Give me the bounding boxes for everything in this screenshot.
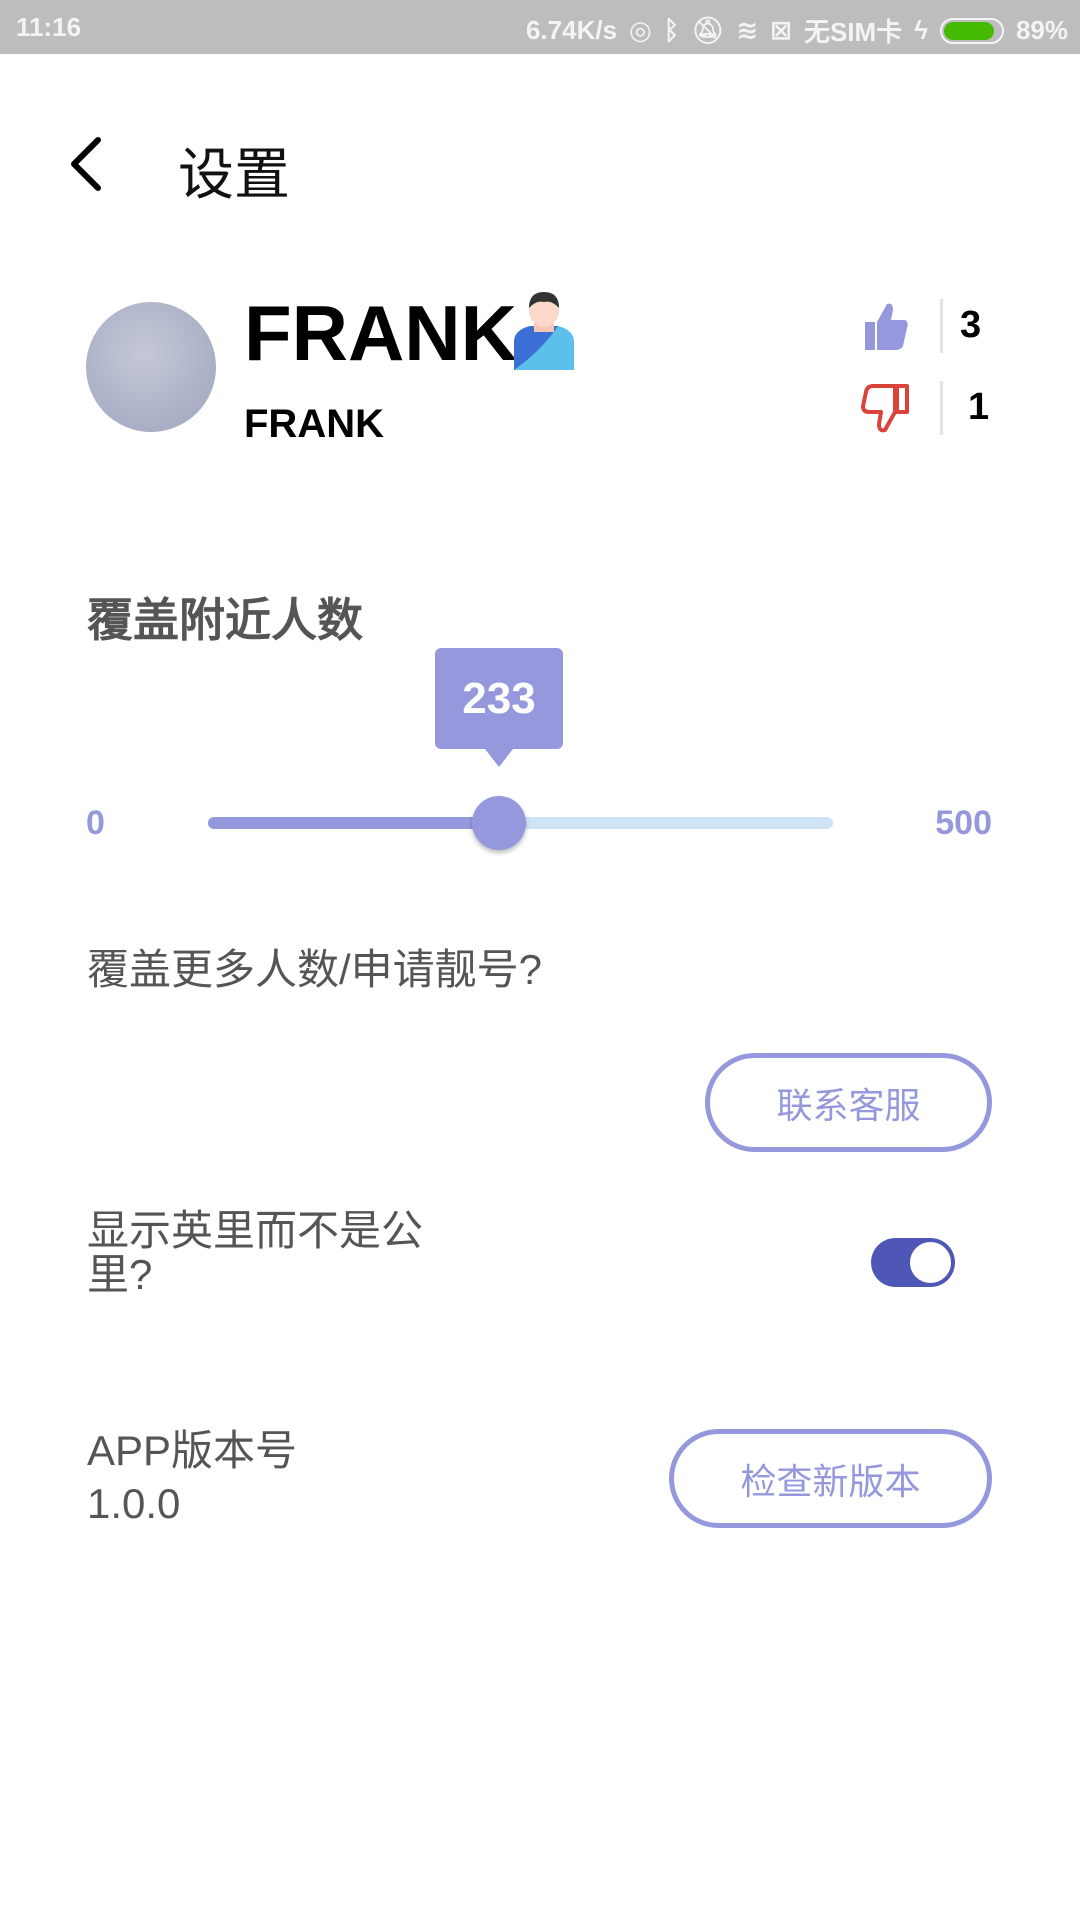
chevron-left-icon[interactable]: [66, 136, 106, 192]
toggle-knob: [908, 1240, 953, 1285]
status-time: 11:16: [16, 12, 82, 42]
slider-value-tooltip: 233: [435, 648, 563, 767]
bluetooth-icon: ᛒ: [663, 15, 680, 45]
status-bar: 11:16 6.74K/s ◎ ᛒ 🔕︎ ≋ ⊠ 无SIM卡 ϟ 89%: [0, 0, 1080, 54]
hotspot-icon: ◎: [629, 15, 652, 45]
thumbs-down-icon[interactable]: [861, 382, 911, 434]
battery-percent: 89%: [1015, 15, 1068, 45]
contact-support-button[interactable]: 联系客服: [705, 1053, 992, 1152]
slider-max-label: 500: [935, 804, 992, 842]
version-value: 1.0.0: [87, 1480, 181, 1527]
male-user-icon: [514, 292, 574, 370]
battery-icon: [939, 17, 1004, 44]
wifi-icon: ≋: [736, 15, 759, 45]
sim-status: 无SIM卡: [803, 17, 903, 47]
net-speed: 6.74K/s: [525, 15, 618, 45]
username: FRANK: [244, 402, 384, 446]
miles-label: 显示英里而不是公里?: [87, 1207, 424, 1298]
avatar[interactable]: [86, 302, 216, 432]
more-coverage-question: 覆盖更多人数/申请靓号?: [87, 946, 543, 993]
divider: [940, 381, 943, 435]
slider-min-label: 0: [86, 804, 105, 842]
miles-toggle[interactable]: [871, 1238, 955, 1287]
dislikes-count: 1: [968, 386, 990, 428]
display-name: FRANK: [244, 289, 517, 377]
likes-count: 3: [960, 304, 982, 346]
sim-x-icon: ⊠: [770, 15, 792, 45]
coverage-heading: 覆盖附近人数: [87, 594, 363, 646]
page-title: 设置: [178, 143, 290, 206]
divider: [940, 299, 943, 353]
slider-thumb[interactable]: [472, 796, 527, 850]
version-label: APP版本号: [87, 1427, 298, 1474]
slider-fill: [208, 817, 500, 829]
mute-icon: 🔕︎: [691, 15, 725, 45]
check-update-button[interactable]: 检查新版本: [669, 1429, 992, 1528]
charging-icon: ϟ: [914, 15, 928, 45]
thumbs-up-icon[interactable]: [861, 300, 911, 352]
